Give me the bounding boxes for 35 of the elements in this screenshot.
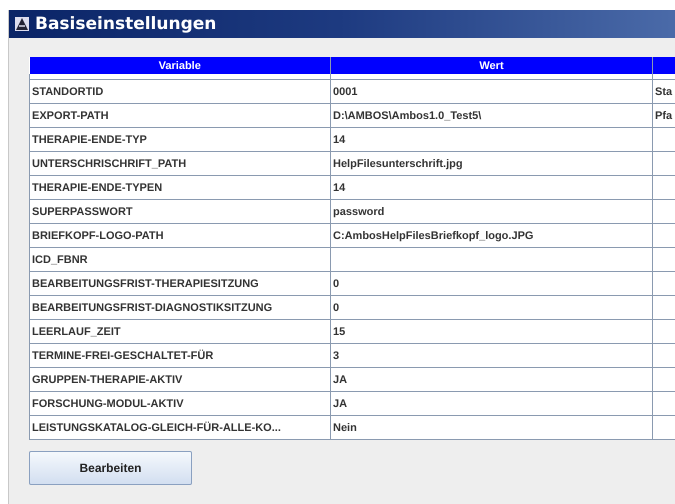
table-cell: BEARBEITUNGSFRIST-THERAPIESITZUNG xyxy=(30,272,330,296)
table-cell: 14 xyxy=(330,176,652,200)
column-header[interactable] xyxy=(652,57,675,74)
table-cell: EXPORT-PATH xyxy=(30,104,330,128)
table-cell: password xyxy=(330,200,652,224)
table-cell: THERAPIE-ENDE-TYP xyxy=(30,128,330,152)
table-cell: BRIEFKOPF-LOGO-PATH xyxy=(30,224,330,248)
table-cell: GRUPPEN-THERAPIE-AKTIV xyxy=(30,368,330,392)
table-cell: FORSCHUNG-MODUL-AKTIV xyxy=(30,392,330,416)
table-cell: JA xyxy=(330,392,652,416)
table-cell: THERAPIE-ENDE-TYPEN xyxy=(30,176,330,200)
column-header[interactable]: Variable xyxy=(30,57,330,74)
table-cell: 0 xyxy=(330,296,652,320)
table-cell: 15 xyxy=(330,320,652,344)
app-logo-icon xyxy=(15,17,29,31)
table-cell: JA xyxy=(330,368,652,392)
table-cell: LEERLAUF_ZEIT xyxy=(30,320,330,344)
table-cell: 0 xyxy=(330,272,652,296)
table-cell: C:AmbosHelpFilesBriefkopf_logo.JPG xyxy=(330,224,652,248)
table-cell: LEISTUNGSKATALOG-GLEICH-FÜR-ALLE-KO... xyxy=(30,416,330,440)
table-cell: HelpFilesunterschrift.jpg xyxy=(330,152,652,176)
edit-button[interactable]: Bearbeiten xyxy=(29,451,192,485)
table-cell: ICD_FBNR xyxy=(30,248,330,272)
table-cell: 14 xyxy=(330,128,652,152)
table-cell: 3 xyxy=(330,344,652,368)
table-cell: SUPERPASSWORT xyxy=(30,200,330,224)
table-cell: UNTERSCHRISCHRIFT_PATH xyxy=(30,152,330,176)
table-cell: 0001 xyxy=(330,80,652,104)
table-cell: D:\AMBOS\Ambos1.0_Test5\ xyxy=(330,104,652,128)
window-title: Basiseinstellungen xyxy=(35,14,216,34)
table-cell: STANDORTID xyxy=(30,80,330,104)
table-cell: Nein xyxy=(330,416,652,440)
table-cell: BEARBEITUNGSFRIST-DIAGNOSTIKSITZUNG xyxy=(30,296,330,320)
column-header[interactable]: Wert xyxy=(330,57,652,74)
table-cell: TERMINE-FREI-GESCHALTET-FÜR xyxy=(30,344,330,368)
